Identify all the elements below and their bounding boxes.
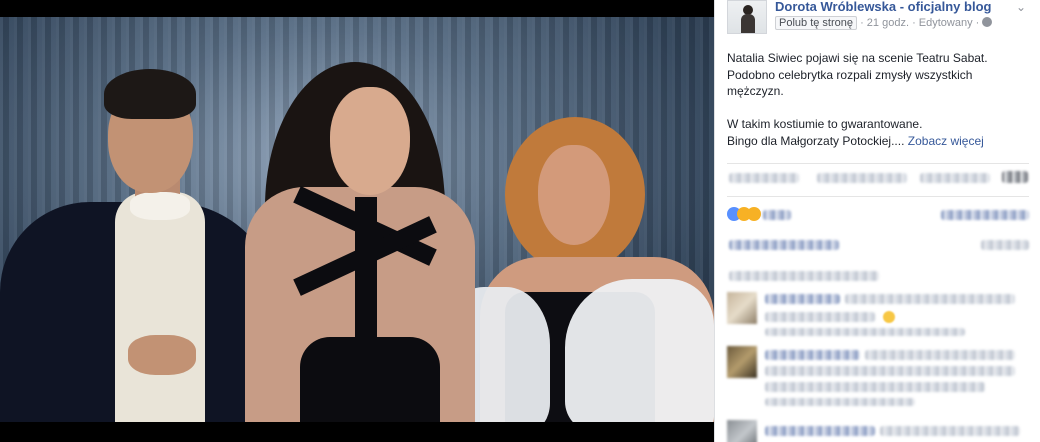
photo-figure — [104, 69, 196, 119]
obscured-commenter-name[interactable] — [765, 426, 875, 436]
post-text: Natalia Siwiec pojawi się na scenie Teat… — [727, 50, 1027, 149]
photo-figure — [538, 145, 610, 245]
photo-figure — [330, 87, 410, 195]
post-text-line: mężczyzn. — [727, 84, 784, 98]
meta-separator: · — [912, 17, 916, 29]
obscured-comment-actions[interactable] — [765, 328, 965, 336]
edited-link[interactable]: Edytowany — [919, 17, 973, 29]
post-text-fragment: Bingo dla Małgorzaty Potockiej.... — [727, 133, 905, 148]
photo-figure — [128, 335, 196, 375]
obscured-action[interactable] — [920, 173, 990, 183]
page-avatar[interactable] — [727, 0, 767, 34]
post-time-link[interactable]: 21 godz. — [867, 17, 909, 29]
avatar[interactable] — [727, 292, 757, 324]
obscured-comment-text — [765, 366, 1015, 376]
post-header: Dorota Wróblewska - oficjalny blog Polub… — [715, 0, 1040, 40]
obscured-commenter-name[interactable] — [765, 294, 840, 304]
post-text-line: Podobno celebrytka rozpali zmysły wszyst… — [727, 67, 973, 82]
avatar[interactable] — [727, 346, 757, 378]
obscured-comment-text — [765, 312, 875, 322]
post-meta: Polub tę stronę · 21 godz. · Edytowany · — [775, 16, 993, 30]
obscured-action[interactable] — [817, 173, 907, 183]
globe-icon[interactable] — [982, 17, 993, 27]
obscured-more-comments[interactable] — [729, 240, 839, 250]
emoji-icon — [883, 311, 895, 323]
photo-figure — [115, 192, 205, 422]
obscured-comment-text — [845, 294, 1015, 304]
obscured-text — [729, 271, 879, 281]
photo-image[interactable] — [0, 17, 714, 422]
avatar[interactable] — [727, 420, 757, 442]
obscured-comment-count — [981, 240, 1029, 250]
obscured-comment-actions[interactable] — [765, 398, 915, 406]
post-text-line: W takim kostiumie to gwarantowane. — [727, 117, 923, 131]
post-panel: Dorota Wróblewska - oficjalny blog Polub… — [714, 0, 1040, 442]
meta-separator: · — [860, 17, 864, 29]
divider — [727, 163, 1029, 164]
see-more-link[interactable]: Zobacz więcej — [908, 134, 984, 148]
post-text-line: Natalia Siwiec pojawi się na scenie Teat… — [727, 51, 988, 65]
obscured-action[interactable] — [1002, 171, 1028, 183]
chevron-down-icon[interactable]: ⌄ — [1016, 0, 1026, 14]
obscured-commenter-name[interactable] — [765, 350, 860, 360]
wow-icon — [747, 207, 761, 221]
obscured-reaction-count — [763, 210, 791, 220]
obscured-action[interactable] — [729, 173, 799, 183]
avatar-figure — [741, 14, 755, 33]
meta-separator: · — [975, 17, 980, 29]
page-name-link[interactable]: Dorota Wróblewska - oficjalny blog — [775, 0, 991, 14]
obscured-shares[interactable] — [941, 210, 1029, 220]
photo-figure — [565, 279, 714, 422]
like-page-button[interactable]: Polub tę stronę — [775, 16, 857, 30]
obscured-comment-text — [865, 350, 1015, 360]
obscured-comment-text — [765, 382, 985, 392]
photo-figure — [130, 192, 190, 220]
photo-figure — [300, 337, 440, 422]
obscured-comment-text — [880, 426, 1020, 436]
divider — [727, 196, 1029, 197]
post-text-line: Bingo dla Małgorzaty Potockiej.... Zobac… — [727, 133, 1027, 150]
post-photo[interactable] — [0, 0, 714, 442]
